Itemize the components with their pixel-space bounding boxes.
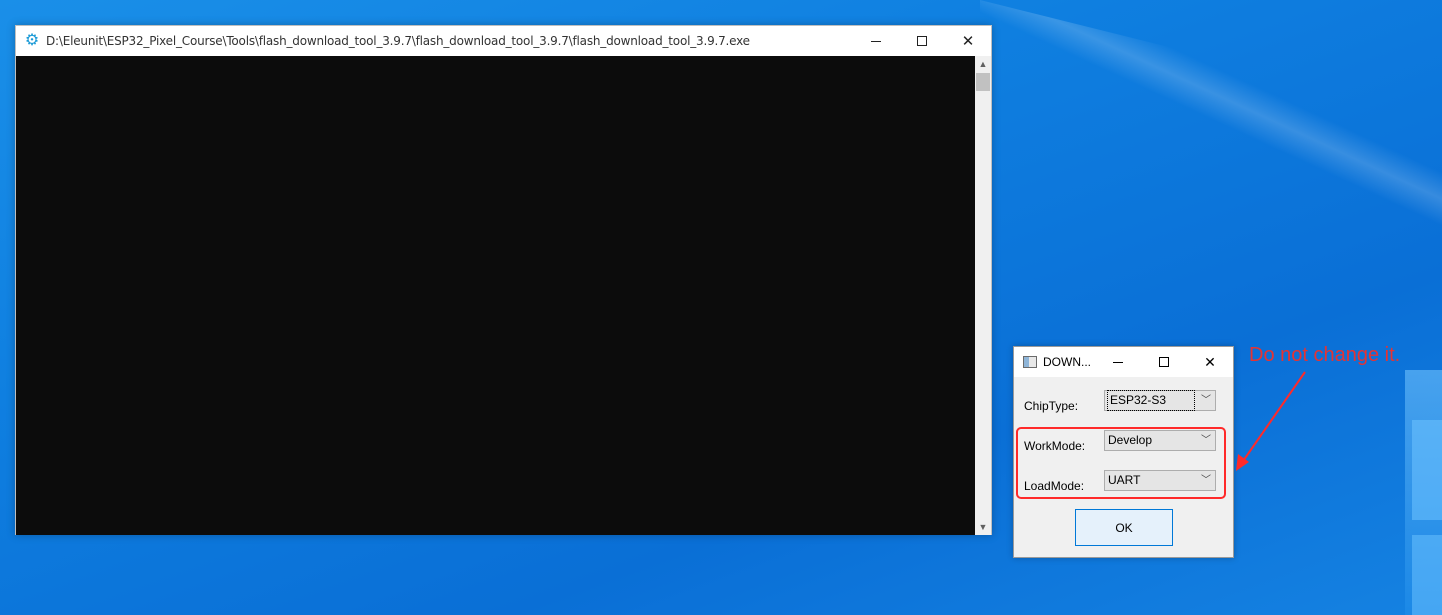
dialog-titlebar[interactable]: DOWN... ✕ xyxy=(1014,347,1233,377)
arrow-line xyxy=(1240,371,1306,465)
close-icon: ✕ xyxy=(1204,353,1216,370)
annotation-text: Do not change it. xyxy=(1249,344,1401,366)
console-window-controls: ✕ xyxy=(853,26,991,56)
minimize-icon xyxy=(871,40,881,42)
chip-type-value: ESP32-S3 xyxy=(1107,390,1195,411)
console-scrollbar[interactable]: ▲ ▼ xyxy=(975,56,991,535)
arrow-head xyxy=(1236,454,1249,471)
console-titlebar[interactable]: ⚙ D:\Eleunit\ESP32_Pixel_Course\Tools\fl… xyxy=(16,26,991,56)
annotation-highlight-box xyxy=(1016,427,1226,499)
chip-type-label: ChipType: xyxy=(1024,399,1079,413)
scroll-up-icon[interactable]: ▲ xyxy=(975,56,991,72)
close-button[interactable]: ✕ xyxy=(945,26,991,56)
console-title: D:\Eleunit\ESP32_Pixel_Course\Tools\flas… xyxy=(46,34,750,48)
maximize-button[interactable] xyxy=(899,26,945,56)
console-output[interactable] xyxy=(16,56,976,535)
scroll-down-icon[interactable]: ▼ xyxy=(975,519,991,535)
minimize-button[interactable] xyxy=(853,26,899,56)
desktop-light-beam xyxy=(980,0,1442,295)
dialog-title: DOWN... xyxy=(1043,355,1091,369)
scroll-thumb[interactable] xyxy=(976,73,990,91)
desktop-window-pane xyxy=(1412,420,1442,520)
maximize-icon xyxy=(917,36,927,46)
close-icon: ✕ xyxy=(961,32,975,50)
window-app-icon xyxy=(1023,356,1037,368)
chip-type-select[interactable]: ESP32-S3 ﹀ xyxy=(1104,390,1216,411)
maximize-icon xyxy=(1159,357,1169,367)
console-window: ⚙ D:\Eleunit\ESP32_Pixel_Course\Tools\fl… xyxy=(15,25,992,535)
desktop-window-pane xyxy=(1412,535,1442,615)
dialog-close-button[interactable]: ✕ xyxy=(1187,347,1233,377)
ok-button[interactable]: OK xyxy=(1075,509,1173,546)
chevron-down-icon: ﹀ xyxy=(1201,395,1211,406)
dialog-window-controls: ✕ xyxy=(1095,347,1233,377)
dialog-minimize-button[interactable] xyxy=(1095,347,1141,377)
minimize-icon xyxy=(1113,361,1123,363)
dialog-maximize-button[interactable] xyxy=(1141,347,1187,377)
gear-icon: ⚙ xyxy=(24,32,40,49)
